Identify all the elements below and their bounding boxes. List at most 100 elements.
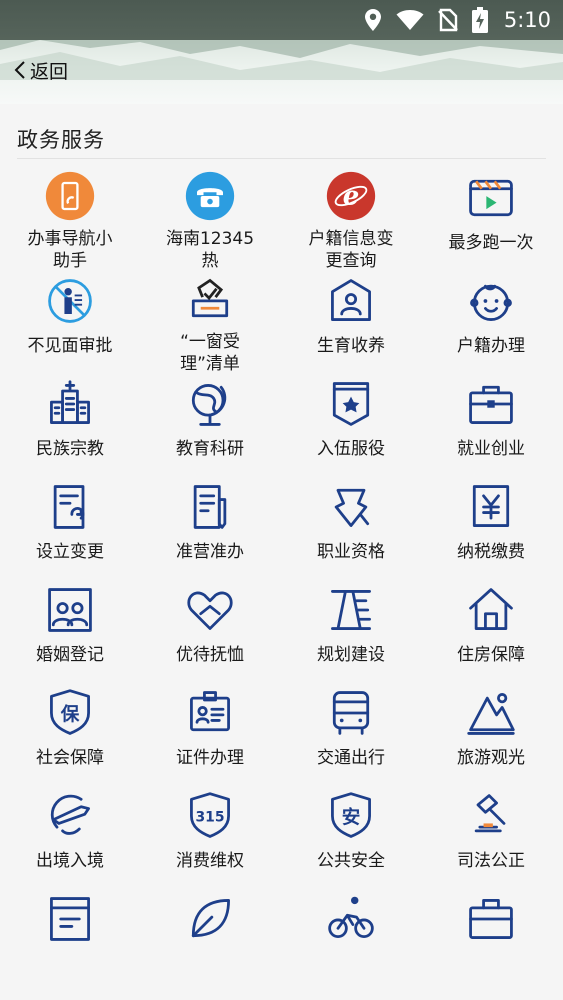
- service-tile[interactable]: [281, 891, 421, 991]
- header: 返回: [0, 40, 563, 104]
- phone-guide-icon: [42, 170, 98, 222]
- no-sim-icon: [437, 8, 458, 32]
- airplane-globe-icon: [42, 788, 98, 844]
- service-tile[interactable]: 设立变更: [0, 479, 140, 579]
- military-badge-icon: [323, 376, 379, 432]
- service-tile[interactable]: 保社会保障: [0, 685, 140, 785]
- service-tile[interactable]: 办事导航小助手: [0, 170, 140, 271]
- service-tile[interactable]: 司法公正: [421, 788, 561, 888]
- service-tile[interactable]: 优待抚恤: [140, 582, 280, 682]
- service-label: 规划建设: [317, 645, 385, 665]
- service-tile[interactable]: 证件办理: [140, 685, 280, 785]
- ballot-box-icon: [182, 273, 238, 325]
- service-tile[interactable]: 规划建设: [281, 582, 421, 682]
- service-label: 纳税缴费: [457, 542, 525, 562]
- service-label: 消费维权: [176, 851, 244, 871]
- divider: [17, 158, 546, 159]
- browser-e-icon: e: [323, 170, 379, 222]
- section-title: 政务服务: [17, 128, 105, 152]
- service-tile[interactable]: 最多跑一次: [421, 170, 561, 270]
- back-label: 返回: [30, 60, 69, 83]
- shield-315-icon: 315: [182, 788, 238, 844]
- service-tile[interactable]: 婚姻登记: [0, 582, 140, 682]
- service-tile[interactable]: 海南12345热: [140, 170, 280, 271]
- service-label: 入伍服役: [317, 439, 385, 459]
- back-button[interactable]: 返回: [14, 54, 68, 86]
- service-label: 民族宗教: [36, 439, 104, 459]
- svg-text:安: 安: [342, 806, 361, 828]
- service-tile[interactable]: [0, 891, 140, 991]
- cyclist-icon: [323, 891, 379, 947]
- status-bar: 5:10: [0, 0, 563, 40]
- service-label: 旅游观光: [457, 748, 525, 768]
- service-label: 住房保障: [457, 645, 525, 665]
- service-label: 就业创业: [457, 439, 525, 459]
- service-label: 教育科研: [176, 439, 244, 459]
- service-label: 婚姻登记: [36, 645, 104, 665]
- svg-text:315: 315: [195, 810, 224, 826]
- service-label: 海南12345热: [165, 229, 255, 271]
- gavel-icon: [463, 788, 519, 844]
- id-card-icon: [182, 685, 238, 741]
- service-label: 户籍办理: [457, 336, 525, 356]
- service-tile[interactable]: 民族宗教: [0, 376, 140, 476]
- service-label: 证件办理: [176, 748, 244, 768]
- wifi-icon: [396, 9, 424, 31]
- service-tile[interactable]: 教育科研: [140, 376, 280, 476]
- mountain-icon: [463, 685, 519, 741]
- service-tile[interactable]: 交通出行: [281, 685, 421, 785]
- service-tile[interactable]: 就业创业: [421, 376, 561, 476]
- house-icon: [463, 582, 519, 638]
- chevron-left-icon: [14, 61, 25, 79]
- yuan-document-icon: [463, 479, 519, 535]
- service-label: 设立变更: [36, 542, 104, 562]
- bus-icon: [323, 685, 379, 741]
- service-label: 最多跑一次: [448, 233, 534, 253]
- no-person-icon: [42, 273, 98, 329]
- service-label: “一窗受理”清单: [180, 332, 240, 374]
- briefcase-icon: [463, 376, 519, 432]
- service-label: 出境入境: [36, 851, 104, 871]
- baby-face-icon: [463, 273, 519, 329]
- service-tile[interactable]: 住房保障: [421, 582, 561, 682]
- video-play-icon: [463, 170, 519, 226]
- service-tile[interactable]: 入伍服役: [281, 376, 421, 476]
- service-label: 生育收养: [317, 336, 385, 356]
- service-tile[interactable]: 职业资格: [281, 479, 421, 579]
- archive-box-icon: [42, 891, 98, 947]
- service-tile[interactable]: [140, 891, 280, 991]
- status-time: 5:10: [503, 8, 551, 32]
- service-label: 司法公正: [457, 851, 525, 871]
- couple-photo-icon: [42, 582, 98, 638]
- graduation-cap-icon: [323, 479, 379, 535]
- service-label: 职业资格: [317, 542, 385, 562]
- service-tile[interactable]: 不见面审批: [0, 273, 140, 373]
- service-tile[interactable]: [421, 891, 561, 991]
- leaf-icon: [182, 891, 238, 947]
- service-tile[interactable]: 生育收养: [281, 273, 421, 373]
- service-label: 不见面审批: [27, 336, 113, 356]
- service-tile[interactable]: 准营准办: [140, 479, 280, 579]
- document-refresh-icon: [42, 479, 98, 535]
- document-pen-icon: [182, 479, 238, 535]
- service-tile[interactable]: e 户籍信息变更查询: [281, 170, 421, 271]
- service-label: 公共安全: [317, 851, 385, 871]
- service-tile[interactable]: 旅游观光: [421, 685, 561, 785]
- toolbox-icon: [463, 891, 519, 947]
- service-label: 社会保障: [36, 748, 104, 768]
- service-tile[interactable]: 安公共安全: [281, 788, 421, 888]
- shield-bao-icon: 保: [42, 685, 98, 741]
- globe-icon: [182, 376, 238, 432]
- service-tile[interactable]: “一窗受理”清单: [140, 273, 280, 374]
- status-icons: 5:10: [364, 0, 551, 40]
- service-label: 户籍信息变更查询: [308, 229, 394, 271]
- service-tile[interactable]: 315 消费维权: [140, 788, 280, 888]
- shield-an-icon: 安: [323, 788, 379, 844]
- service-tile[interactable]: 户籍办理: [421, 273, 561, 373]
- telephone-icon: [182, 170, 238, 222]
- location-icon: [364, 8, 382, 32]
- family-house-icon: [323, 273, 379, 329]
- church-icon: [42, 376, 98, 432]
- service-tile[interactable]: 出境入境: [0, 788, 140, 888]
- service-tile[interactable]: 纳税缴费: [421, 479, 561, 579]
